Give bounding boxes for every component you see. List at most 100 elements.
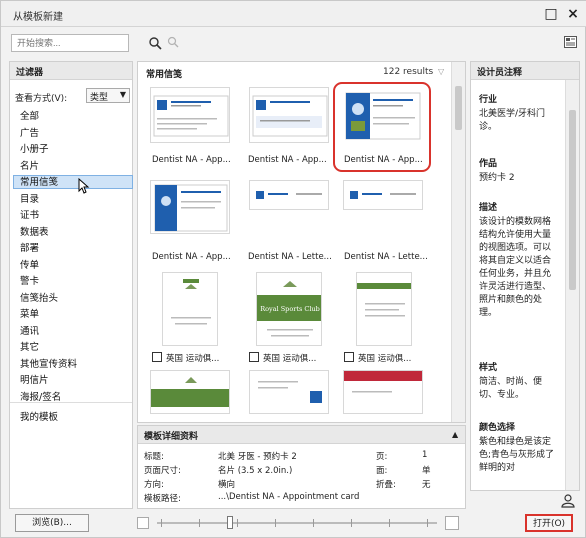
category-item[interactable]: 名片 — [20, 158, 39, 172]
category-item[interactable]: 目录 — [20, 191, 39, 205]
category-item[interactable]: 菜单 — [20, 306, 39, 320]
template-label[interactable]: 英国 运动俱... — [263, 352, 316, 364]
zoom-slider-handle[interactable] — [227, 516, 233, 529]
zoom-icon[interactable] — [165, 36, 181, 52]
industry-value: 北美医学/牙科门诊。 — [479, 109, 546, 132]
panel-toggle-icon[interactable] — [562, 36, 578, 52]
template-label[interactable]: Dentist NA - App... — [152, 155, 231, 165]
template-thumbnail[interactable]: Royal Sports Club — [256, 272, 322, 346]
category-item[interactable]: 证书 — [20, 207, 39, 221]
template-label[interactable]: Dentist NA - Lette... — [344, 252, 428, 262]
scrollbar-thumb[interactable] — [569, 110, 576, 290]
category-item[interactable]: 海报/签名 — [20, 389, 61, 403]
category-item[interactable]: 全部 — [20, 108, 39, 122]
club-card-icon — [357, 273, 411, 345]
template-thumbnail[interactable] — [249, 87, 329, 143]
detail-value: 名片 (3.5 x 2.0in.) — [218, 466, 293, 476]
maximize-icon[interactable]: □ — [541, 4, 561, 24]
open-button[interactable]: 打开(O) — [525, 514, 573, 532]
dentist-letter-icon — [154, 184, 228, 232]
collapse-icon[interactable]: ▲ — [452, 430, 458, 439]
category-item[interactable]: 明信片 — [20, 372, 49, 386]
slider-tick — [427, 519, 428, 527]
category-item[interactable]: 部署 — [20, 240, 39, 254]
letterhead-icon — [350, 191, 416, 199]
notes-scrollbar[interactable] — [565, 80, 579, 490]
mouse-cursor-icon — [78, 178, 90, 194]
detail-key: 方向: — [144, 480, 164, 490]
template-thumbnail[interactable] — [150, 180, 230, 234]
template-thumbnail[interactable] — [356, 272, 412, 346]
style-label: 样式 — [479, 363, 498, 373]
slider-tick — [389, 519, 390, 527]
chevron-down-icon: ▼ — [119, 90, 126, 99]
scrollbar-thumb[interactable] — [455, 86, 462, 130]
category-item[interactable]: 常用信笺 — [20, 174, 58, 188]
template-label[interactable]: Dentist NA - Lette... — [248, 252, 332, 262]
template-label[interactable]: Dentist NA - App... — [248, 155, 327, 165]
card-icon — [258, 381, 322, 403]
color-value: 紫色和绿色是该定色;青色与灰形成了鲜明的对 — [479, 437, 555, 473]
template-thumbnail[interactable] — [343, 180, 423, 210]
template-label[interactable]: Dentist NA - App... — [344, 155, 423, 165]
detail-key: 折叠: — [376, 480, 396, 490]
template-thumbnail[interactable] — [343, 370, 423, 414]
detail-value: 1 — [422, 450, 428, 460]
large-view-icon[interactable] — [445, 516, 459, 530]
template-thumbnail[interactable] — [150, 370, 230, 414]
slider-tick — [275, 519, 276, 527]
slider-tick — [161, 519, 162, 527]
results-count: 122 results — [383, 67, 434, 77]
template-thumbnail[interactable] — [249, 370, 329, 414]
filter-panel: 过滤器 查看方式(V): 类型 ▼ 全部广告小册子名片常用信笺目录证书数据表部署… — [9, 61, 133, 509]
dentist-card-icon — [252, 95, 328, 137]
industry-label: 行业 — [479, 95, 498, 105]
color-label: 颜色选择 — [479, 423, 516, 433]
description-value: 该设计的模数网格结构允许使用大量的视图选项。可以将其自定义以适合任何业务，并且允… — [479, 217, 552, 318]
gallery-scrollbar[interactable] — [451, 62, 465, 422]
checkbox-icon[interactable] — [249, 352, 259, 362]
view-by-label: 查看方式(V): — [15, 94, 68, 104]
template-label[interactable]: 英国 运动俱... — [166, 352, 219, 364]
close-icon[interactable]: × — [563, 4, 583, 24]
template-label[interactable]: 英国 运动俱... — [358, 352, 411, 364]
filter-chevron-icon[interactable]: ▽ — [438, 67, 444, 76]
dentist-card-icon — [153, 95, 229, 137]
my-templates-item[interactable]: 我的模板 — [20, 409, 58, 423]
work-label: 作品 — [479, 159, 498, 169]
filter-header: 过滤器 — [10, 62, 132, 80]
title-bar: 从模板新建 □ × — [1, 1, 586, 27]
template-label[interactable]: Dentist NA - App... — [152, 252, 231, 262]
detail-value: 单 — [422, 466, 431, 476]
category-item[interactable]: 数据表 — [20, 224, 49, 238]
category-item[interactable]: 通讯 — [20, 323, 39, 337]
user-icon[interactable] — [561, 494, 575, 511]
details-header: 模板详细资料 — [138, 426, 465, 444]
browse-button[interactable]: 浏览(B)... — [15, 514, 89, 532]
club-card-icon — [163, 273, 217, 345]
category-item[interactable]: 其他宣传资料 — [20, 356, 77, 370]
category-item[interactable]: 小册子 — [20, 141, 49, 155]
detail-key: 模板路径: — [144, 494, 181, 504]
detail-value: 北美 牙医 - 预约卡 2 — [218, 452, 297, 462]
category-item[interactable]: 信笺抬头 — [20, 290, 58, 304]
view-by-dropdown[interactable]: 类型 ▼ — [86, 88, 130, 103]
detail-value: 无 — [422, 480, 431, 490]
category-item[interactable]: 传单 — [20, 257, 39, 271]
category-item[interactable]: 广告 — [20, 125, 39, 139]
checkbox-icon[interactable] — [344, 352, 354, 362]
template-thumbnail[interactable] — [162, 272, 218, 346]
category-item[interactable]: 警卡 — [20, 273, 39, 287]
category-item[interactable]: 其它 — [20, 339, 39, 353]
search-input[interactable] — [11, 34, 129, 52]
search-icon[interactable] — [147, 36, 163, 52]
small-view-icon[interactable] — [137, 517, 149, 529]
template-thumbnail[interactable] — [249, 180, 329, 210]
designer-notes-panel: 设计员注释 行业 北美医学/牙科门诊。 作品 预约卡 2 描述 该设计的模数网格… — [470, 61, 580, 491]
work-value: 预约卡 2 — [479, 173, 515, 183]
gallery-panel: 常用信笺 122 results ▽ Dentist NA - App... D… — [137, 61, 466, 423]
checkbox-icon[interactable] — [152, 352, 162, 362]
template-thumbnail[interactable] — [150, 87, 230, 143]
slider-tick — [351, 519, 352, 527]
style-value: 简洁、时尚、便切、专业。 — [479, 377, 543, 400]
